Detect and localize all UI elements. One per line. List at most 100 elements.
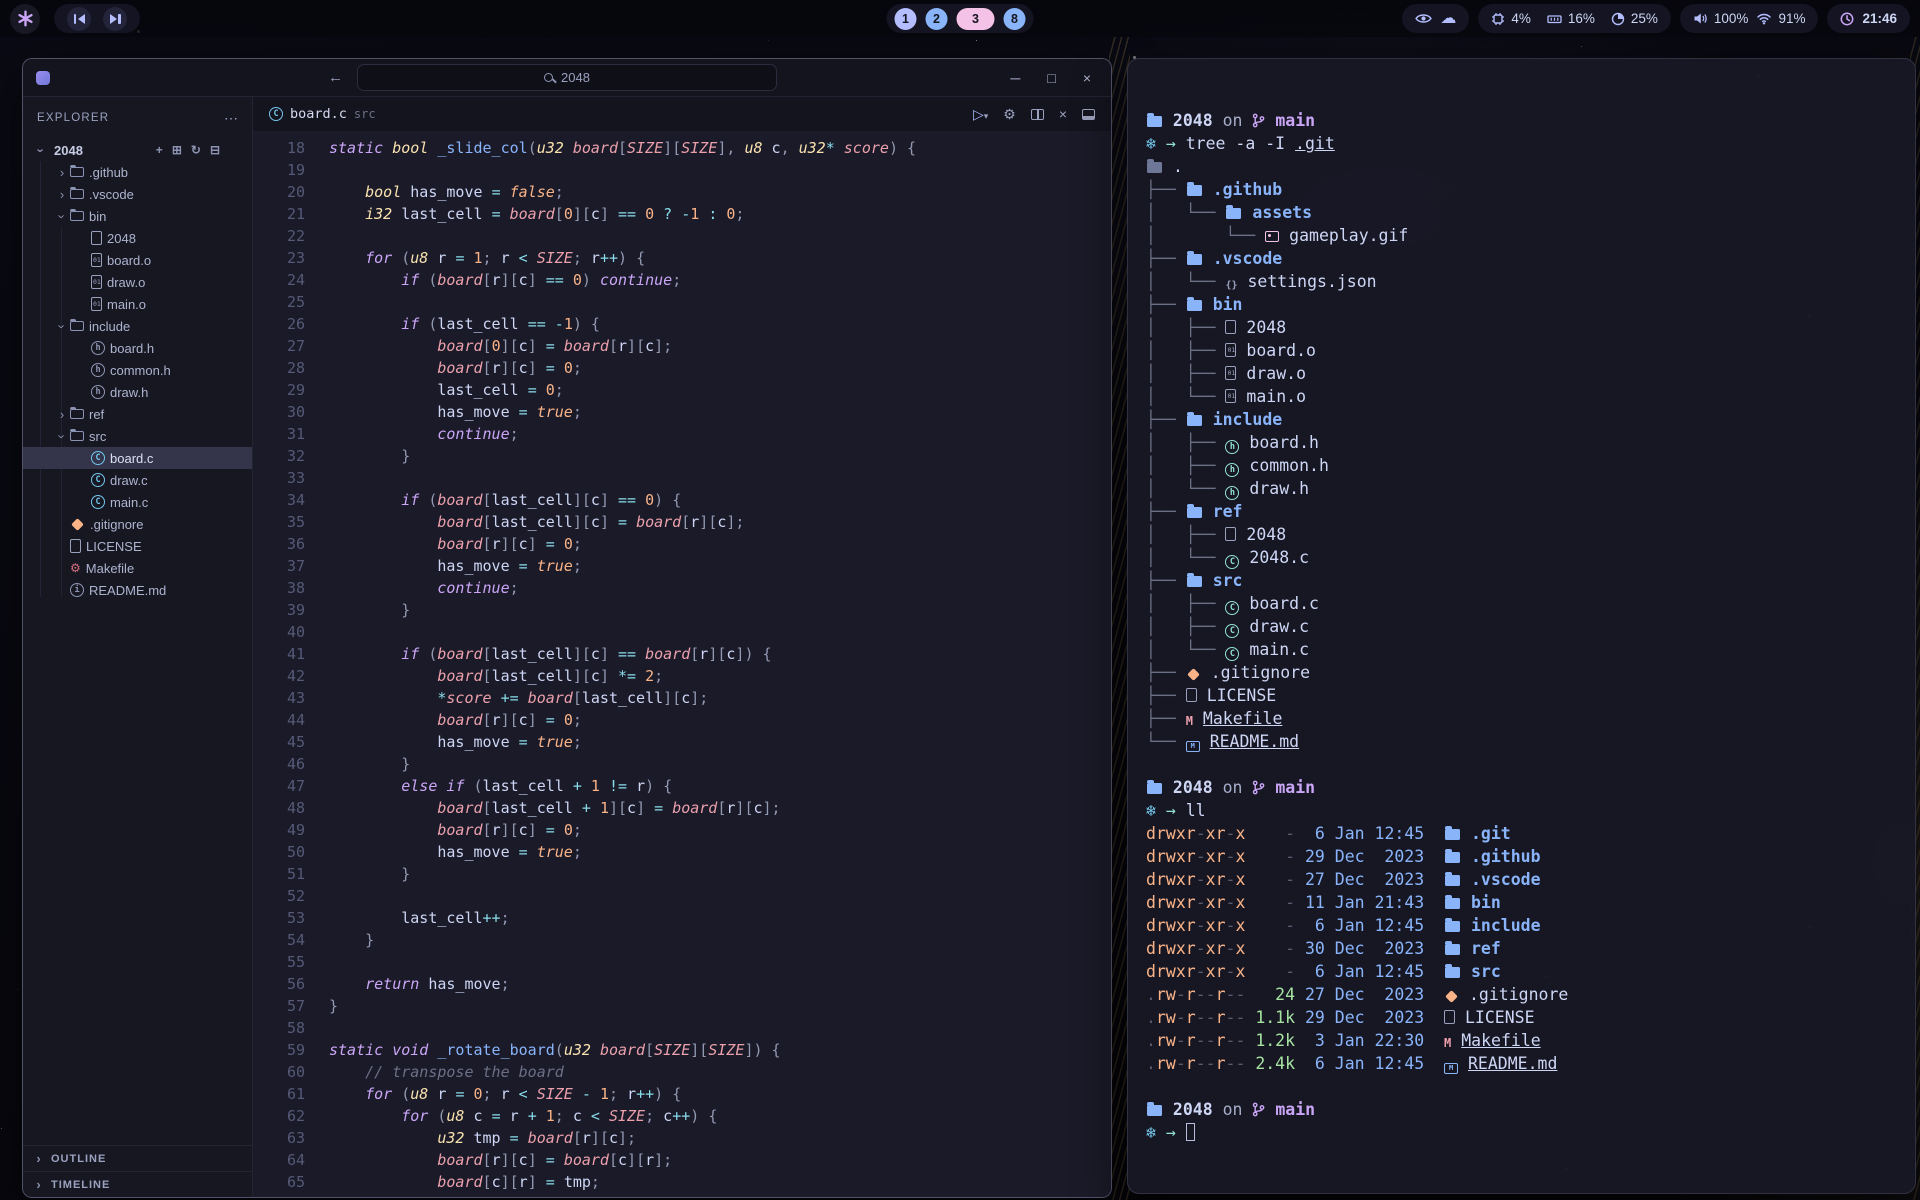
- terminal-window[interactable]: 2048 on main❄ → tree -a -I .git .├── .gi…: [1127, 58, 1916, 1194]
- minimize-button[interactable]: ─: [1010, 70, 1020, 86]
- code-line-65[interactable]: 65 board[c][r] = tmp;: [259, 1171, 1111, 1193]
- command-search-box[interactable]: 2048: [357, 64, 777, 91]
- tree-item-draw.c[interactable]: ›Cdraw.c: [23, 469, 252, 491]
- code-line-18[interactable]: 18static bool _slide_col(u32 board[SIZE]…: [259, 137, 1111, 159]
- code-line-64[interactable]: 64 board[r][c] = board[c][r];: [259, 1149, 1111, 1171]
- code-area[interactable]: 18static bool _slide_col(u32 board[SIZE]…: [253, 131, 1111, 1197]
- code-line-35[interactable]: 35 board[last_cell][c] = board[r][c];: [259, 511, 1111, 533]
- run-button[interactable]: ▷▾: [973, 106, 988, 123]
- media-prev-button[interactable]: [67, 7, 91, 31]
- tree-item-draw.h[interactable]: ›hdraw.h: [23, 381, 252, 403]
- tree-item-common.h[interactable]: ›hcommon.h: [23, 359, 252, 381]
- tree-item-main.c[interactable]: ›Cmain.c: [23, 491, 252, 513]
- code-line-53[interactable]: 53 last_cell++;: [259, 907, 1111, 929]
- code-line-61[interactable]: 61 for (u8 r = 0; r < SIZE - 1; r++) {: [259, 1083, 1111, 1105]
- code-line-47[interactable]: 47 else if (last_cell + 1 != r) {: [259, 775, 1111, 797]
- code-line-43[interactable]: 43 *score += board[last_cell][c];: [259, 687, 1111, 709]
- code-line-57[interactable]: 57}: [259, 995, 1111, 1017]
- tree-item-2048[interactable]: ›2048: [23, 227, 252, 249]
- refresh-button[interactable]: ↻: [191, 143, 201, 157]
- code-line-39[interactable]: 39 }: [259, 599, 1111, 621]
- tab-board-c[interactable]: C board.c src: [269, 106, 376, 122]
- media-next-button[interactable]: [103, 7, 127, 31]
- code-line-40[interactable]: 40: [259, 621, 1111, 643]
- code-line-28[interactable]: 28 board[r][c] = 0;: [259, 357, 1111, 379]
- code-line-36[interactable]: 36 board[r][c] = 0;: [259, 533, 1111, 555]
- code-line-46[interactable]: 46 }: [259, 753, 1111, 775]
- settings-gear-icon[interactable]: ⚙: [1003, 106, 1016, 123]
- workspace-3[interactable]: 3: [957, 8, 995, 30]
- explorer-more-button[interactable]: ⋯: [224, 110, 238, 127]
- tree-item-.vscode[interactable]: ›.vscode: [23, 183, 252, 205]
- code-line-38[interactable]: 38 continue;: [259, 577, 1111, 599]
- new-file-button[interactable]: +: [156, 143, 163, 157]
- vscode-window[interactable]: ← → 2048 ─ □ × EXPLORER ⋯ ›2048+⊞↻⊟›.git…: [22, 58, 1112, 1198]
- tree-item-2048[interactable]: ›2048+⊞↻⊟: [23, 139, 252, 161]
- launcher-button[interactable]: [10, 4, 40, 34]
- code-line-59[interactable]: 59static void _rotate_board(u32 board[SI…: [259, 1039, 1111, 1061]
- code-line-60[interactable]: 60 // transpose the board: [259, 1061, 1111, 1083]
- code-line-19[interactable]: 19: [259, 159, 1111, 181]
- folder-icon: [1147, 783, 1162, 794]
- code-line-45[interactable]: 45 has_move = true;: [259, 731, 1111, 753]
- tree-item-main.o[interactable]: ›main.o: [23, 293, 252, 315]
- maximize-button[interactable]: □: [1047, 70, 1055, 86]
- prompt-on-label: on: [1213, 111, 1253, 130]
- split-editor-icon[interactable]: [1031, 109, 1044, 120]
- code-line-31[interactable]: 31 continue;: [259, 423, 1111, 445]
- toggle-panel-icon[interactable]: [1082, 109, 1095, 120]
- code-line-22[interactable]: 22: [259, 225, 1111, 247]
- code-line-27[interactable]: 27 board[0][c] = board[r][c];: [259, 335, 1111, 357]
- code-line-25[interactable]: 25: [259, 291, 1111, 313]
- code-line-62[interactable]: 62 for (u8 c = r + 1; c < SIZE; c++) {: [259, 1105, 1111, 1127]
- tree-item-bin[interactable]: ›bin: [23, 205, 252, 227]
- code-line-41[interactable]: 41 if (board[last_cell][c] == board[r][c…: [259, 643, 1111, 665]
- code-line-26[interactable]: 26 if (last_cell == -1) {: [259, 313, 1111, 335]
- code-line-55[interactable]: 55: [259, 951, 1111, 973]
- workspace-2[interactable]: 2: [926, 8, 948, 30]
- nav-back-button[interactable]: ←: [328, 69, 343, 86]
- code-line-21[interactable]: 21 i32 last_cell = board[0][c] == 0 ? -1…: [259, 203, 1111, 225]
- code-line-37[interactable]: 37 has_move = true;: [259, 555, 1111, 577]
- code-line-33[interactable]: 33: [259, 467, 1111, 489]
- tree-item-draw.o[interactable]: ›draw.o: [23, 271, 252, 293]
- timeline-section[interactable]: › TIMELINE: [23, 1171, 252, 1197]
- code-line-49[interactable]: 49 board[r][c] = 0;: [259, 819, 1111, 841]
- code-line-63[interactable]: 63 u32 tmp = board[r][c];: [259, 1127, 1111, 1149]
- code-line-44[interactable]: 44 board[r][c] = 0;: [259, 709, 1111, 731]
- code-line-34[interactable]: 34 if (board[last_cell][c] == 0) {: [259, 489, 1111, 511]
- tree-item-src[interactable]: ›src: [23, 425, 252, 447]
- collapse-all-button[interactable]: ⊟: [210, 143, 220, 157]
- new-folder-button[interactable]: ⊞: [172, 143, 182, 157]
- code-line-51[interactable]: 51 }: [259, 863, 1111, 885]
- tree-item-board.o[interactable]: ›board.o: [23, 249, 252, 271]
- workspace-1[interactable]: 1: [895, 8, 917, 30]
- code-line-29[interactable]: 29 last_cell = 0;: [259, 379, 1111, 401]
- tree-item-README.md[interactable]: ›iREADME.md: [23, 579, 252, 601]
- tree-item-.github[interactable]: ›.github: [23, 161, 252, 183]
- permission-char: -: [1226, 962, 1236, 981]
- tree-item-ref[interactable]: ›ref: [23, 403, 252, 425]
- tree-item-board.c[interactable]: ›Cboard.c: [23, 447, 252, 469]
- tree-item-include[interactable]: ›include: [23, 315, 252, 337]
- workspace-8[interactable]: 8: [1004, 8, 1026, 30]
- code-line-30[interactable]: 30 has_move = true;: [259, 401, 1111, 423]
- close-button[interactable]: ×: [1083, 70, 1091, 86]
- tree-item-Makefile[interactable]: ›⚙Makefile: [23, 557, 252, 579]
- code-line-42[interactable]: 42 board[last_cell][c] *= 2;: [259, 665, 1111, 687]
- code-line-54[interactable]: 54 }: [259, 929, 1111, 951]
- tree-item-.gitignore[interactable]: ›.gitignore: [23, 513, 252, 535]
- code-line-20[interactable]: 20 bool has_move = false;: [259, 181, 1111, 203]
- code-line-50[interactable]: 50 has_move = true;: [259, 841, 1111, 863]
- close-tab-icon[interactable]: ×: [1059, 106, 1067, 122]
- tree-item-board.h[interactable]: ›hboard.h: [23, 337, 252, 359]
- code-line-52[interactable]: 52: [259, 885, 1111, 907]
- code-line-48[interactable]: 48 board[last_cell + 1][c] = board[r][c]…: [259, 797, 1111, 819]
- code-line-32[interactable]: 32 }: [259, 445, 1111, 467]
- code-line-58[interactable]: 58: [259, 1017, 1111, 1039]
- code-line-24[interactable]: 24 if (board[r][c] == 0) continue;: [259, 269, 1111, 291]
- tree-item-LICENSE[interactable]: ›LICENSE: [23, 535, 252, 557]
- code-line-23[interactable]: 23 for (u8 r = 1; r < SIZE; r++) {: [259, 247, 1111, 269]
- outline-section[interactable]: › OUTLINE: [23, 1145, 252, 1171]
- code-line-56[interactable]: 56 return has_move;: [259, 973, 1111, 995]
